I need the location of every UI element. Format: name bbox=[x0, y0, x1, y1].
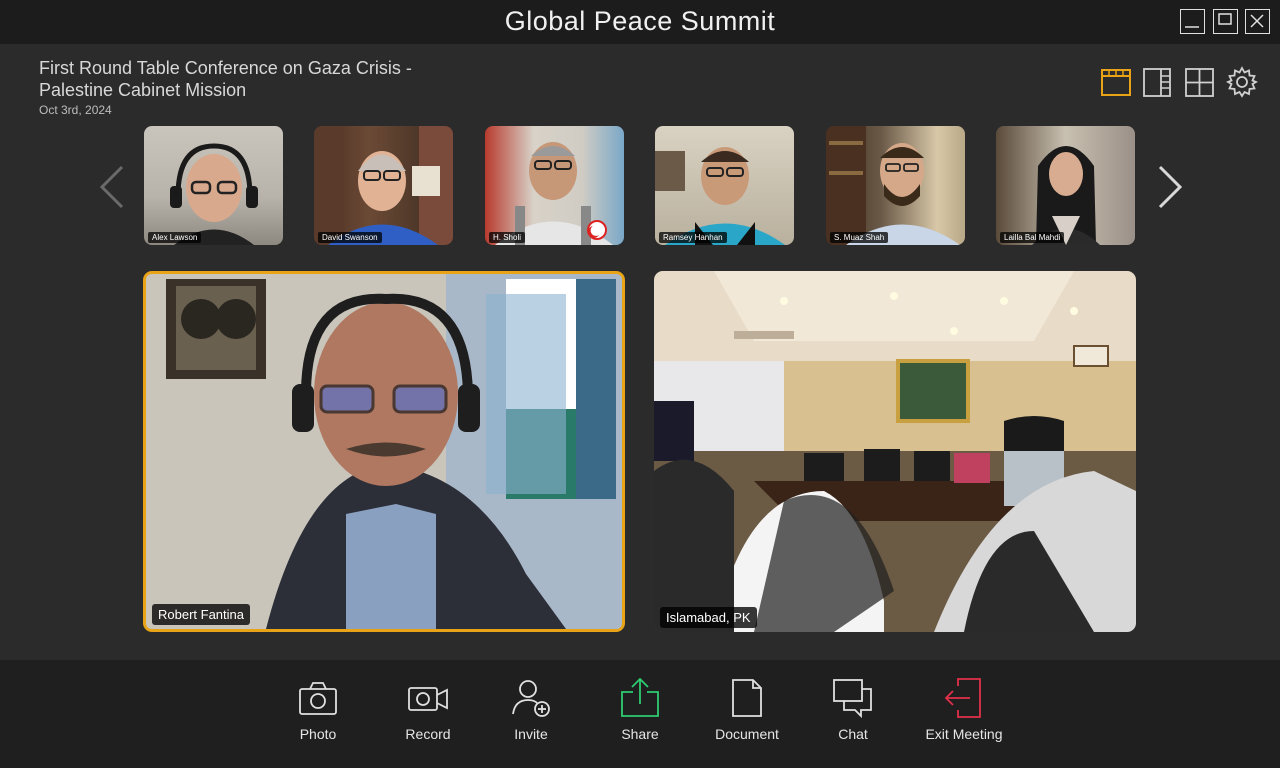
room-video bbox=[654, 271, 1136, 632]
participant-video bbox=[1032, 146, 1100, 245]
participant-name: H. Sholi bbox=[489, 232, 526, 243]
participant-tile[interactable]: David Swanson bbox=[314, 126, 453, 245]
previous-participants-button[interactable] bbox=[98, 165, 128, 209]
document-label: Document bbox=[715, 726, 779, 742]
participant-tile[interactable]: S. Muaz Shah bbox=[826, 126, 965, 245]
participant-video bbox=[170, 143, 258, 245]
participant-name: S. Muaz Shah bbox=[830, 232, 889, 243]
active-speaker-tile[interactable]: Robert Fantina bbox=[143, 271, 625, 632]
record-label: Record bbox=[405, 726, 451, 742]
invite-label: Invite bbox=[514, 726, 548, 742]
participant-name: David Swanson bbox=[318, 232, 382, 243]
minimize-button[interactable] bbox=[1180, 9, 1205, 34]
meeting-toolbar: Photo Record Invite Share Document Chat … bbox=[0, 660, 1280, 768]
grid-layout-icon[interactable] bbox=[1100, 66, 1132, 98]
participant-tile[interactable]: H. Sholi bbox=[485, 126, 624, 245]
participant-tile[interactable]: Ramsey Hanhan bbox=[655, 126, 794, 245]
share-label: Share bbox=[621, 726, 659, 742]
chat-button[interactable]: Chat bbox=[803, 678, 903, 742]
chevron-right-icon bbox=[1158, 165, 1183, 209]
participant-video bbox=[495, 142, 613, 245]
close-icon bbox=[1250, 14, 1264, 28]
app-title: Global Peace Summit bbox=[504, 6, 776, 36]
participant-video bbox=[655, 147, 785, 245]
exit-label: Exit Meeting bbox=[925, 726, 1003, 742]
video-camera-icon bbox=[408, 687, 448, 711]
participant-tile[interactable]: Lailla Bal Mahdi bbox=[996, 126, 1135, 245]
speaker-video bbox=[146, 274, 622, 629]
close-button[interactable] bbox=[1245, 9, 1270, 34]
invite-button[interactable]: Invite bbox=[481, 678, 581, 742]
meeting-date: Oct 3rd, 2024 bbox=[39, 103, 112, 117]
exit-icon bbox=[944, 678, 981, 718]
chat-label: Chat bbox=[838, 726, 868, 742]
participant-name: Ramsey Hanhan bbox=[659, 232, 727, 243]
meeting-info: First Round Table Conference on Gaza Cri… bbox=[39, 57, 479, 117]
exit-meeting-button[interactable]: Exit Meeting bbox=[909, 678, 1019, 742]
room-video-tile[interactable]: Islamabad, PK bbox=[654, 271, 1136, 632]
document-button[interactable]: Document bbox=[697, 678, 797, 742]
minimize-icon bbox=[1185, 26, 1199, 28]
settings-icon[interactable] bbox=[1225, 66, 1259, 98]
quad-layout-icon[interactable] bbox=[1184, 66, 1216, 98]
chevron-left-icon bbox=[99, 165, 124, 209]
next-participants-button[interactable] bbox=[1154, 165, 1184, 209]
share-icon bbox=[621, 678, 659, 717]
room-name: Islamabad, PK bbox=[660, 607, 757, 628]
title-bar: Global Peace Summit bbox=[0, 0, 1280, 44]
participant-video bbox=[314, 126, 453, 245]
participant-name: Lailla Bal Mahdi bbox=[1000, 232, 1065, 243]
maximize-button[interactable] bbox=[1213, 9, 1238, 34]
participant-tile[interactable]: Alex Lawson bbox=[144, 126, 283, 245]
document-icon bbox=[732, 679, 762, 717]
photo-label: Photo bbox=[299, 726, 337, 742]
speaker-name: Robert Fantina bbox=[152, 604, 250, 625]
chat-icon bbox=[833, 679, 872, 718]
participant-name: Alex Lawson bbox=[148, 232, 202, 243]
sidebar-layout-icon[interactable] bbox=[1142, 66, 1174, 98]
photo-button[interactable]: Photo bbox=[268, 678, 368, 742]
add-user-icon bbox=[512, 680, 550, 717]
camera-icon bbox=[299, 682, 337, 715]
meeting-title: First Round Table Conference on Gaza Cri… bbox=[39, 58, 412, 100]
participant-video bbox=[826, 126, 960, 245]
maximize-icon bbox=[1218, 13, 1232, 25]
record-button[interactable]: Record bbox=[378, 678, 478, 742]
share-button[interactable]: Share bbox=[590, 678, 690, 742]
